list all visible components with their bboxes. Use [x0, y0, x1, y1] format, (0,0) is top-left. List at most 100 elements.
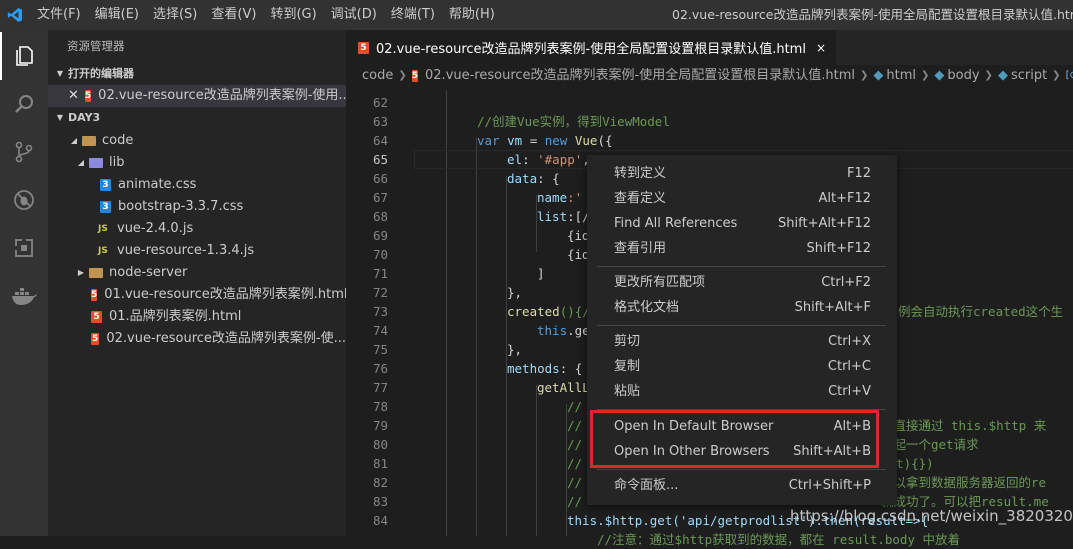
folder-label: lib [109, 155, 125, 170]
tree-folder-node-server[interactable]: ▶ node-server [48, 262, 346, 284]
line-number: 77 [372, 380, 388, 395]
menu-item-label: 复制 [614, 359, 641, 374]
breadcrumb-item[interactable]: code [362, 65, 393, 87]
menu-goto[interactable]: 转到(G) [263, 0, 323, 30]
code-punct: ({ [597, 133, 613, 148]
menu-selection[interactable]: 选择(S) [146, 0, 204, 30]
tree-file[interactable]: 5 01.品牌列表案例.html [48, 306, 346, 328]
search-icon[interactable] [0, 80, 48, 128]
menu-item-paste[interactable]: 粘贴 Ctrl+V [587, 379, 897, 404]
menu-item-format-document[interactable]: 格式化文档 Shift+Alt+F [587, 295, 897, 320]
menu-item-command-palette[interactable]: 命令面板... Ctrl+Shift+P [587, 473, 897, 498]
code-comment: (){/ [559, 304, 590, 319]
open-editors-header[interactable]: ▼ 打开的编辑器 [48, 63, 346, 85]
file-label: vue-resource-1.3.4.js [117, 243, 255, 258]
code-operator: = [522, 133, 545, 148]
menu-item-go-to-definition[interactable]: 转到定义 F12 [587, 161, 897, 186]
extensions-icon[interactable] [0, 224, 48, 272]
line-number: 70 [372, 247, 388, 262]
watermark: https://blog.csdn.net/weixin_38203203 [790, 507, 1073, 525]
menu-item-peek-references[interactable]: 查看引用 Shift+F12 [587, 236, 897, 261]
debug-icon[interactable] [0, 176, 48, 224]
line-number: 71 [372, 266, 388, 281]
tree-file[interactable]: JS vue-2.4.0.js [48, 218, 346, 240]
file-label: bootstrap-3.3.7.css [118, 199, 244, 214]
menu-item-shortcut: Ctrl+F2 [821, 275, 871, 290]
line-number: 68 [372, 209, 388, 224]
variable-icon: [⊙] [1065, 70, 1073, 81]
activity-bar [0, 30, 48, 536]
line-number: 73 [372, 304, 388, 319]
code-line: list:[/ [537, 207, 590, 226]
tree-folder-lib[interactable]: ◢ lib [48, 152, 346, 174]
breadcrumb-item[interactable]: script [1011, 65, 1047, 87]
menu-help[interactable]: 帮助(H) [442, 0, 502, 30]
menu-item-copy[interactable]: 复制 Ctrl+C [587, 354, 897, 379]
tab-bar: 5 02.vue-resource改造品牌列表案例-使用全局配置设置根目录默认值… [346, 30, 1073, 65]
code-function: created [507, 304, 560, 319]
menu-debug[interactable]: 调试(D) [324, 0, 384, 30]
line-number: 83 [372, 494, 388, 509]
folder-icon [89, 268, 103, 278]
menu-item-shortcut: Ctrl+V [828, 384, 871, 399]
code-text: }, [507, 285, 523, 300]
explorer-icon[interactable] [0, 32, 48, 80]
close-icon[interactable]: ✕ [68, 85, 79, 107]
tree-file[interactable]: 5 02.vue-resource改造品牌列表案例-使... [48, 328, 346, 350]
menu-terminal[interactable]: 终端(T) [384, 0, 442, 30]
code-line: //注意：通过$http获取到的数据，都在 result.body 中放着 [597, 530, 960, 549]
folder-icon [82, 136, 96, 146]
open-editor-item[interactable]: ✕ 5 02.vue-resource改造品牌列表案例-使用... [48, 85, 346, 107]
code-string: '#app' [537, 152, 583, 167]
line-number: 69 [372, 228, 388, 243]
chevron-right-icon: ❯ [859, 70, 869, 81]
code-line: 可以拿到数据服务器返回的re [881, 473, 1046, 492]
menu-item-cut[interactable]: 剪切 Ctrl+X [587, 329, 897, 354]
tag-icon: ◆ [997, 68, 1008, 83]
menu-item-label: 格式化文档 [614, 300, 680, 315]
html-file-icon: 5 [84, 90, 92, 102]
editor-tab[interactable]: 5 02.vue-resource改造品牌列表案例-使用全局配置设置根目录默认值… [346, 30, 837, 65]
tree-file[interactable]: 3 bootstrap-3.3.7.css [48, 196, 346, 218]
code-keyword: new [544, 133, 568, 148]
menu-item-shortcut: Alt+F12 [818, 191, 871, 206]
tree-file[interactable]: 5 01.vue-resource改造品牌列表案例.html [48, 284, 346, 306]
close-icon[interactable]: × [816, 41, 826, 55]
breadcrumb-item[interactable]: html [886, 65, 916, 87]
workspace-header[interactable]: ▼ DAY3 [48, 107, 346, 129]
code-line: 例会自动执行created这个生 [898, 302, 1063, 321]
line-number: 67 [372, 190, 388, 205]
code-comment: 以直接通过 this.$http 来 [881, 418, 1047, 433]
code-line: data: { [507, 169, 560, 188]
source-control-icon[interactable] [0, 128, 48, 176]
menu-edit[interactable]: 编辑(E) [88, 0, 146, 30]
code-line: // [567, 492, 582, 511]
menu-item-change-all-occurrences[interactable]: 更改所有匹配项 Ctrl+F2 [587, 270, 897, 295]
breadcrumb-item[interactable]: 02.vue-resource改造品牌列表案例-使用全局配置设置根目录默认值.h… [425, 65, 855, 87]
menu-item-peek-definition[interactable]: 查看定义 Alt+F12 [587, 186, 897, 211]
code-comment: // [567, 437, 583, 452]
line-number: 65 [372, 152, 388, 167]
menu-view[interactable]: 查看(V) [204, 0, 263, 30]
chevron-down-icon: ◢ [70, 136, 78, 145]
menu-item-find-all-references[interactable]: Find All References Shift+Alt+F12 [587, 211, 897, 236]
menu-item-label: 粘贴 [614, 384, 641, 399]
code-variable: vm [507, 133, 523, 148]
code-comment: // [567, 475, 583, 490]
line-number: 79 [372, 418, 388, 433]
tree-file[interactable]: 3 animate.css [48, 174, 346, 196]
js-file-icon: JS [98, 246, 108, 256]
file-label: animate.css [118, 177, 197, 192]
chevron-right-icon: ❯ [921, 70, 930, 81]
tree-file[interactable]: JS vue-resource-1.3.4.js [48, 240, 346, 262]
line-number: 62 [372, 95, 388, 110]
code-class: Vue [574, 133, 598, 148]
code-line: 以直接通过 this.$http 来 [881, 416, 1046, 435]
code-comment: 例会自动执行created这个生 [898, 304, 1064, 319]
breadcrumb: code ❯ 5 02.vue-resource改造品牌列表案例-使用全局配置设… [346, 65, 1073, 87]
chevron-down-icon: ◢ [77, 158, 85, 167]
tree-folder-code[interactable]: ◢ code [48, 130, 346, 152]
menu-file[interactable]: 文件(F) [30, 0, 88, 30]
docker-icon[interactable] [0, 272, 48, 320]
breadcrumb-item[interactable]: body [947, 65, 979, 87]
